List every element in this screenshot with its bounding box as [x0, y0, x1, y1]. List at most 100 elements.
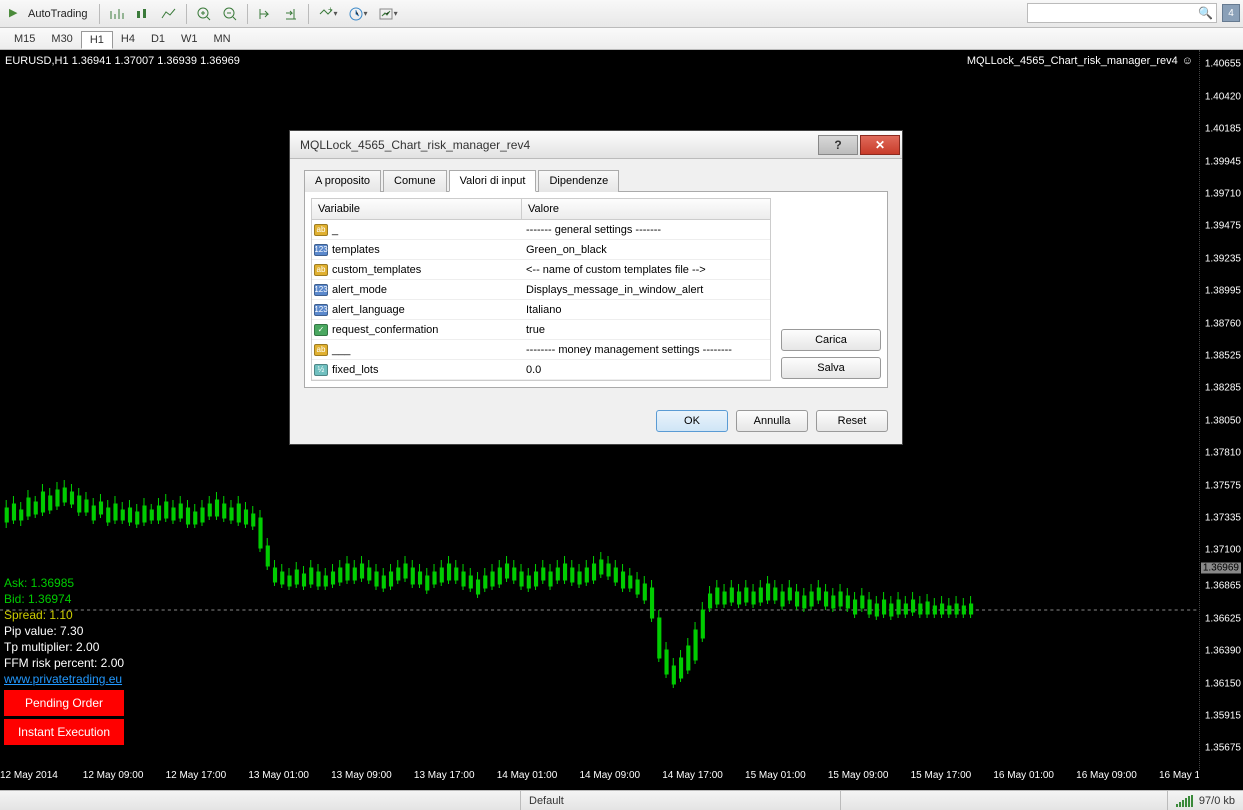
- pending-order-button[interactable]: Pending Order: [4, 690, 124, 716]
- var-value[interactable]: <-- name of custom templates file -->: [522, 264, 770, 276]
- time-tick: 13 May 09:00: [331, 770, 411, 781]
- price-current: 1.36969: [1201, 563, 1241, 574]
- tab-dependencies[interactable]: Dipendenze: [538, 170, 619, 192]
- connection-text: 97/0 kb: [1199, 795, 1235, 807]
- inputs-rows[interactable]: ab_------- general settings ------- 123t…: [312, 220, 770, 380]
- status-empty2: [840, 791, 1167, 810]
- search-box[interactable]: 🔍: [1027, 3, 1217, 23]
- price-tick: 1.39945: [1205, 156, 1241, 167]
- tp-multiplier-label: Tp multiplier: 2.00: [4, 639, 124, 655]
- connection-status[interactable]: 97/0 kb: [1167, 791, 1243, 810]
- var-name: custom_templates: [332, 264, 421, 276]
- input-row[interactable]: ab ___ -------- money management settings …: [312, 340, 770, 360]
- autoscroll-icon[interactable]: [253, 3, 277, 25]
- var-name: alert_mode: [332, 284, 387, 296]
- time-tick: 15 May 09:00: [828, 770, 908, 781]
- tab-about[interactable]: A proposito: [304, 170, 381, 192]
- zoom-in-icon[interactable]: [192, 3, 216, 25]
- timeframe-mn[interactable]: MN: [206, 31, 239, 47]
- website-link[interactable]: www.privatetrading.eu: [4, 671, 124, 687]
- enum-type-icon: 123: [314, 304, 328, 316]
- price-tick: 1.39475: [1205, 221, 1241, 232]
- instant-execution-button[interactable]: Instant Execution: [4, 719, 124, 745]
- status-profile[interactable]: Default: [520, 791, 840, 810]
- price-tick: 1.38525: [1205, 351, 1241, 362]
- smiley-icon: ☺: [1182, 55, 1193, 67]
- price-tick: 1.36150: [1205, 678, 1241, 689]
- time-tick: 14 May 09:00: [579, 770, 659, 781]
- price-tick: 1.40420: [1205, 91, 1241, 102]
- chart-shift-icon[interactable]: [279, 3, 303, 25]
- search-icon[interactable]: 🔍: [1198, 6, 1213, 20]
- var-name: fixed_lots: [332, 364, 378, 376]
- input-row[interactable]: ½ fixed_lots 0.0: [312, 360, 770, 380]
- line-chart-icon[interactable]: [157, 3, 181, 25]
- time-tick: 13 May 01:00: [248, 770, 328, 781]
- input-row[interactable]: ✓request_confermationtrue: [312, 320, 770, 340]
- status-empty: [0, 791, 520, 810]
- tab-inputs[interactable]: Valori di input: [449, 170, 537, 192]
- autotrade-button[interactable]: ▶ AutoTrading: [5, 3, 94, 25]
- reset-button[interactable]: Reset: [816, 410, 888, 432]
- timeframe-h1[interactable]: H1: [81, 31, 113, 49]
- price-tick: 1.36390: [1205, 646, 1241, 657]
- input-row[interactable]: ab custom_templates <-- name of custom tem…: [312, 260, 770, 280]
- periods-icon[interactable]: ▾: [344, 3, 372, 25]
- input-row[interactable]: 123templatesGreen_on_black: [312, 240, 770, 260]
- time-tick: 14 May 01:00: [497, 770, 577, 781]
- timeframe-m30[interactable]: M30: [43, 31, 80, 47]
- dialog-titlebar[interactable]: MQLLock_4565_Chart_risk_manager_rev4 ? ✕: [290, 131, 902, 159]
- var-name: alert_language: [332, 304, 405, 316]
- var-value[interactable]: Displays_message_in_window_alert: [522, 284, 770, 296]
- save-button[interactable]: Salva: [781, 357, 881, 379]
- tab-common[interactable]: Comune: [383, 170, 447, 192]
- time-tick: 14 May 17:00: [662, 770, 742, 781]
- bar-chart-icon[interactable]: [105, 3, 129, 25]
- input-row[interactable]: ab_------- general settings -------: [312, 220, 770, 240]
- price-tick: 1.39235: [1205, 253, 1241, 264]
- chart-info-overlay: Ask: 1.36985 Bid: 1.36974 Spread: 1.10 P…: [4, 575, 124, 745]
- var-value[interactable]: -------- money management settings -----…: [522, 344, 770, 356]
- var-name: ___: [332, 344, 350, 356]
- chart-ea-label: MQLLock_4565_Chart_risk_manager_rev4 ☺: [967, 55, 1193, 67]
- time-axis: 12 May 2014 12 May 09:00 12 May 17:00 13…: [0, 770, 1199, 790]
- help-button[interactable]: ?: [818, 135, 858, 155]
- pip-value-label: Pip value: 7.30: [4, 623, 124, 639]
- price-axis: 1.40655 1.40420 1.40185 1.39945 1.39710 …: [1199, 50, 1243, 770]
- price-tick: 1.35675: [1205, 743, 1241, 754]
- string-type-icon: ab: [314, 344, 328, 356]
- time-tick: 15 May 01:00: [745, 770, 825, 781]
- input-row[interactable]: 123alert_modeDisplays_message_in_window_…: [312, 280, 770, 300]
- close-button[interactable]: ✕: [860, 135, 900, 155]
- ffm-risk-label: FFM risk percent: 2.00: [4, 655, 124, 671]
- input-row[interactable]: 123 alert_language Italiano: [312, 300, 770, 320]
- ok-button[interactable]: OK: [656, 410, 728, 432]
- candle-chart-icon[interactable]: [131, 3, 155, 25]
- var-value[interactable]: Green_on_black: [522, 244, 770, 256]
- search-input[interactable]: [1031, 7, 1191, 19]
- var-value[interactable]: true: [522, 324, 770, 336]
- price-tick: 1.36865: [1205, 581, 1241, 592]
- var-value[interactable]: ------- general settings -------: [522, 224, 770, 236]
- price-tick: 1.38995: [1205, 286, 1241, 297]
- col-variable[interactable]: Variabile: [312, 199, 522, 219]
- cancel-button[interactable]: Annulla: [736, 410, 808, 432]
- timeframe-d1[interactable]: D1: [143, 31, 173, 47]
- string-type-icon: ab: [314, 264, 328, 276]
- zoom-out-icon[interactable]: [218, 3, 242, 25]
- signals-badge[interactable]: 4: [1222, 4, 1240, 22]
- templates-icon[interactable]: ▾: [374, 3, 402, 25]
- var-value[interactable]: 0.0: [522, 364, 770, 376]
- var-value[interactable]: Italiano: [522, 304, 770, 316]
- timeframe-m15[interactable]: M15: [6, 31, 43, 47]
- autotrade-label: AutoTrading: [28, 8, 88, 20]
- col-value[interactable]: Valore: [522, 199, 770, 219]
- toolbar-divider: [308, 4, 309, 24]
- time-tick: 12 May 2014: [0, 770, 80, 781]
- double-type-icon: ½: [314, 364, 328, 376]
- timeframe-w1[interactable]: W1: [173, 31, 206, 47]
- indicators-icon[interactable]: +▾: [314, 3, 342, 25]
- timeframe-h4[interactable]: H4: [113, 31, 143, 47]
- load-button[interactable]: Carica: [781, 329, 881, 351]
- price-tick: 1.38760: [1205, 318, 1241, 329]
